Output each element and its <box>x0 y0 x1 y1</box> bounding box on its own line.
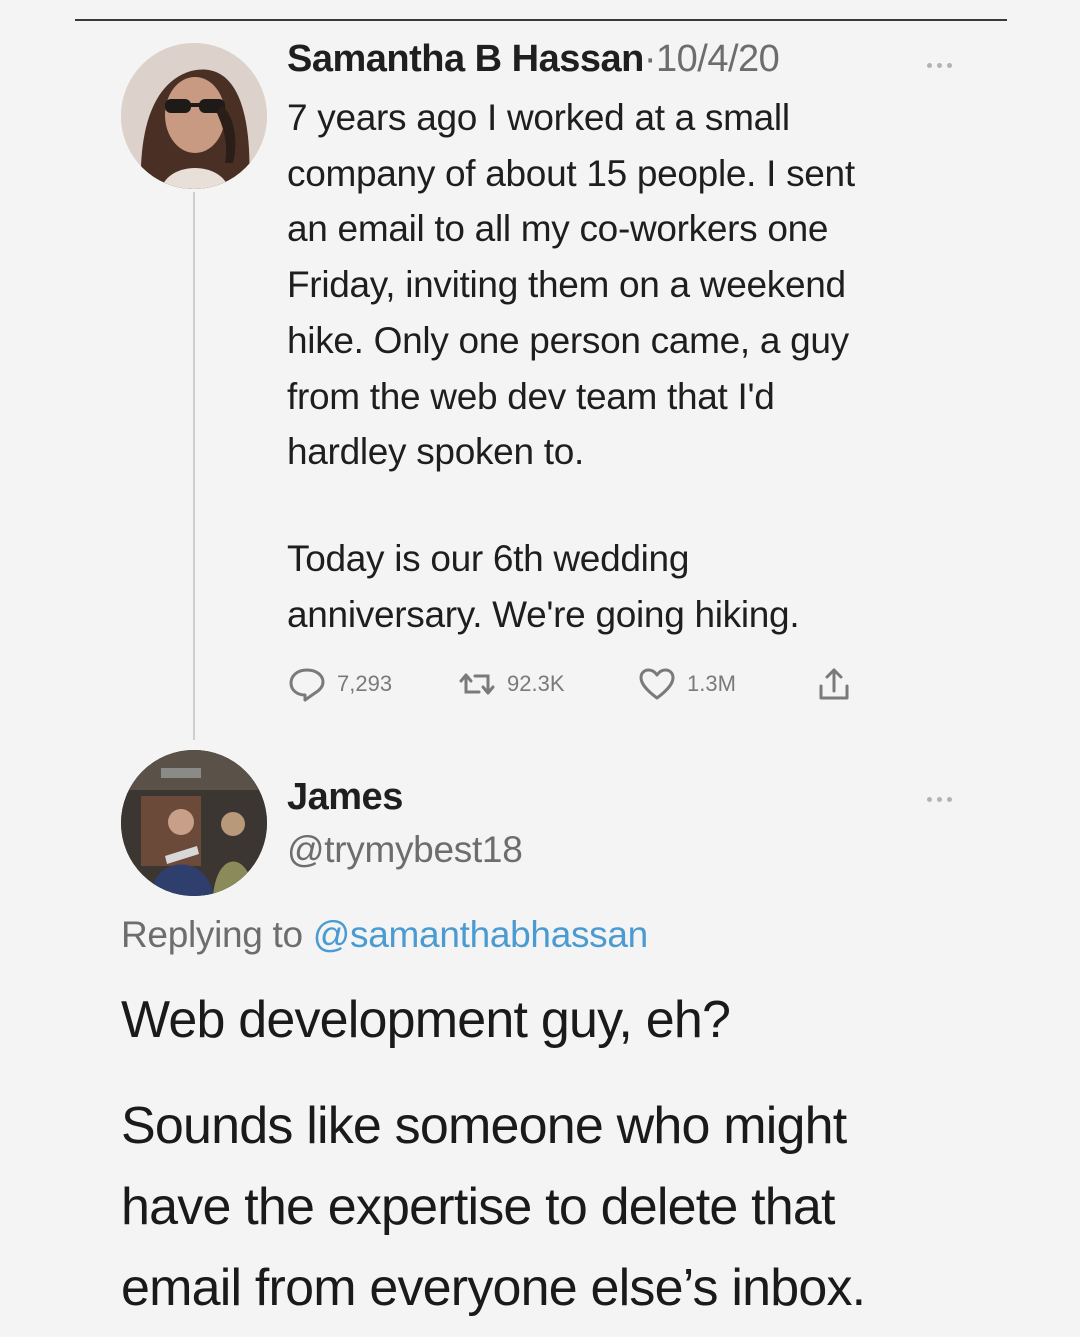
tweet-text-line: an email to all my co-workers one <box>287 208 829 250</box>
replying-to-line: Replying to @samanthabhassan <box>121 914 648 956</box>
share-icon <box>819 668 849 700</box>
reply-author-handle[interactable]: @trymybest18 <box>287 829 523 871</box>
replying-to-mention[interactable]: @samanthabhassan <box>313 914 648 955</box>
tweet-text-paragraph-1: 7 years ago I worked at a small company … <box>287 90 967 480</box>
reply-button[interactable]: 7,293 <box>287 664 392 704</box>
reply-author-name[interactable]: James <box>287 776 403 819</box>
retweet-button[interactable]: 92.3K <box>457 664 565 704</box>
avatar-photo <box>121 750 267 896</box>
retweet-icon <box>459 673 495 695</box>
tweet-text-line: hardley spoken to. <box>287 431 584 473</box>
like-button[interactable]: 1.3M <box>637 664 736 704</box>
tweet-header: Samantha B Hassan·10/4/20 <box>287 38 780 81</box>
avatar[interactable] <box>121 750 267 896</box>
reply-count: 7,293 <box>337 671 393 696</box>
replying-to-label: Replying to <box>121 914 303 955</box>
reply-text-line: email from everyone else’s inbox. <box>121 1259 866 1317</box>
reply-text-line: have the expertise to delete that <box>121 1178 835 1236</box>
reply-icon <box>289 668 325 702</box>
avatar-photo <box>121 43 267 189</box>
tweet-text-line: 7 years ago I worked at a small <box>287 97 790 138</box>
more-icon[interactable] <box>919 58 959 72</box>
share-button[interactable] <box>814 664 854 704</box>
tweet-text-paragraph-2: Today is our 6th wedding anniversary. We… <box>287 531 967 642</box>
tweet-action-bar: 7,293 92.3K 1.3M <box>287 664 887 704</box>
tweet-text-line: anniversary. We're going hiking. <box>287 593 800 635</box>
thread-connector-line <box>193 192 195 740</box>
top-divider <box>75 19 1007 21</box>
avatar[interactable] <box>121 43 267 189</box>
retweet-count: 92.3K <box>507 671 565 696</box>
tweet-header-separator: · <box>643 38 657 80</box>
reply-text-paragraph-2: Sounds like someone who might have the e… <box>121 1086 1021 1329</box>
tweet-text-line: Friday, inviting them on a weekend <box>287 264 846 306</box>
like-count: 1.3M <box>687 671 736 696</box>
more-icon[interactable] <box>919 792 959 806</box>
tweet-text-line: company of about 15 people. I sent <box>287 152 855 194</box>
like-icon <box>639 668 675 700</box>
reply-text-paragraph-1: Web development guy, eh? <box>121 988 1021 1052</box>
reply-text-line: Sounds like someone who might <box>121 1097 847 1155</box>
tweet-text-line: Today is our 6th wedding <box>287 538 690 579</box>
reply-text-line: Web development guy, eh? <box>121 991 731 1049</box>
tweet-date[interactable]: 10/4/20 <box>656 38 780 80</box>
tweet-text-line: from the web dev team that I'd <box>287 375 775 417</box>
tweet-text-line: hike. Only one person came, a guy <box>287 319 849 361</box>
tweet-author-name[interactable]: Samantha B Hassan <box>287 38 644 80</box>
